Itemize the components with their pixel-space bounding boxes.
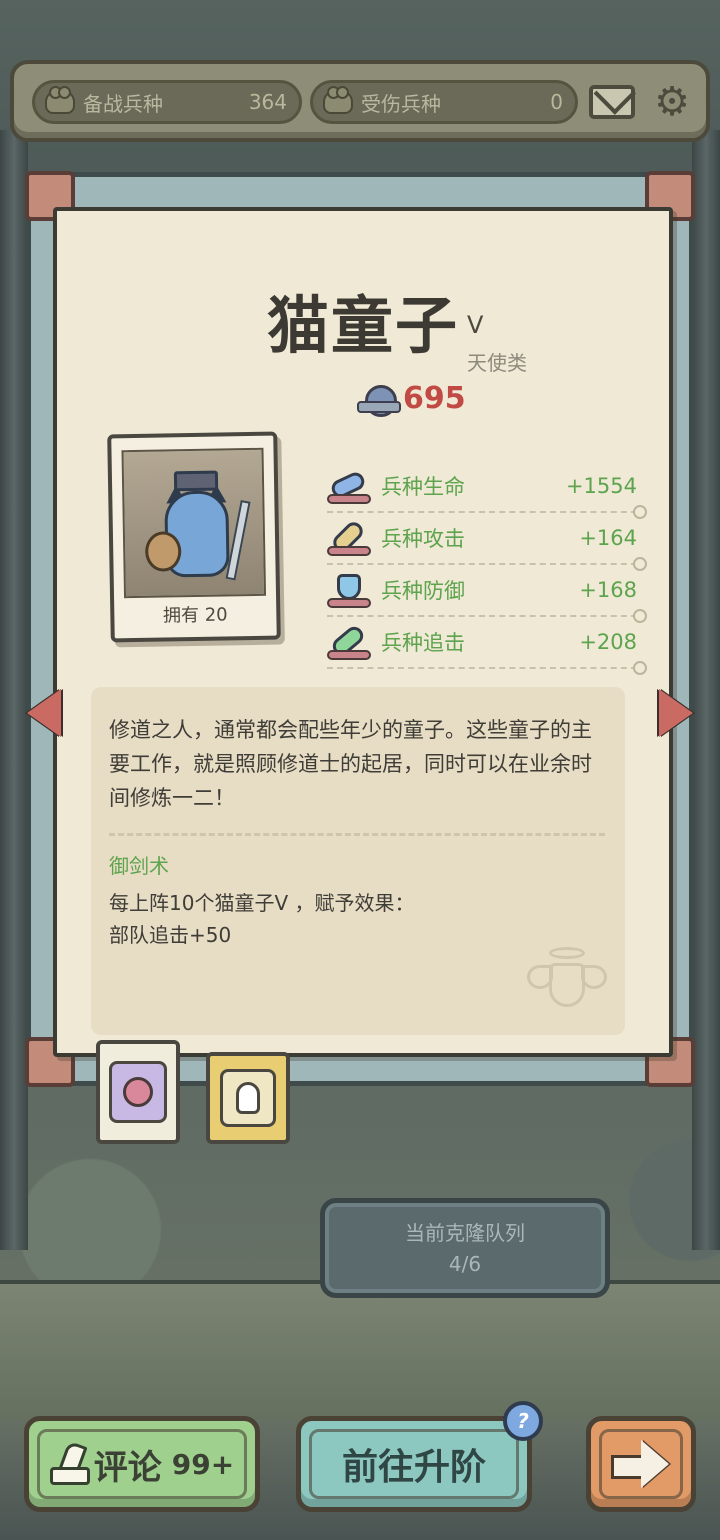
next-unit-button[interactable] <box>654 686 698 740</box>
unit-portrait <box>121 447 267 599</box>
sword-icon <box>327 518 371 556</box>
unit-name-row: 猫童子 <box>57 275 669 365</box>
stat-row-health: 兵种生命 +1554 <box>327 461 647 519</box>
settings-button[interactable]: ⚙ <box>646 78 698 126</box>
quill-icon <box>49 1443 90 1485</box>
cat-hat <box>173 470 219 492</box>
clone-queue-title: 当前克隆队列 <box>405 1221 525 1245</box>
stat-label: 兵种追击 <box>381 631 465 655</box>
arrow-left-icon <box>27 689 61 737</box>
lore-text: 修道之人，通常都会配些年少的童子。这些童子的主要工作，就是照顾修道士的起居，同时… <box>109 718 592 810</box>
ready-troops-value: 364 <box>248 90 287 114</box>
power-value: 695 <box>403 381 466 416</box>
lab-shelf <box>0 1280 720 1420</box>
clone-queue-display[interactable]: 当前克隆队列 4/6 <box>320 1198 610 1298</box>
arrow-right-icon <box>611 1446 671 1482</box>
previous-unit-button[interactable] <box>22 686 66 740</box>
ready-troops-counter[interactable]: 备战兵种 364 <box>32 80 302 124</box>
skill-name: 御剑术 <box>109 854 169 878</box>
snail-icon <box>357 384 401 417</box>
injured-troops-value: 0 <box>550 90 563 114</box>
pacifier-icon <box>109 1061 167 1123</box>
arrow-right-icon <box>659 689 693 737</box>
bust-icon <box>220 1069 276 1127</box>
pill-icon <box>327 468 371 504</box>
stat-row-defense: 兵种防御 +168 <box>327 565 647 623</box>
stat-value: +208 <box>579 630 637 654</box>
mail-icon <box>589 85 635 119</box>
next-page-button[interactable] <box>586 1416 696 1512</box>
stat-label: 兵种生命 <box>381 475 465 499</box>
tab-portrait[interactable] <box>206 1052 290 1144</box>
shield-icon <box>327 572 371 608</box>
upgrade-label: 前往升阶 <box>341 1447 486 1488</box>
unit-detail-panel: 猫童子 V 天使类 695 拥有 20 兵种生命 +1554 兵种攻击 +164… <box>25 171 695 1087</box>
owned-count: 拥有 20 <box>162 604 228 627</box>
stat-label: 兵种防御 <box>381 579 465 603</box>
stat-value: +1554 <box>565 474 637 498</box>
slider-knob <box>633 661 647 675</box>
clone-queue-count: 4/6 <box>448 1252 482 1276</box>
upgrade-button[interactable]: 前往升阶 ? <box>296 1401 543 1512</box>
comment-count: 99+ <box>171 1447 235 1481</box>
help-badge[interactable]: ? <box>503 1401 543 1441</box>
stat-label: 兵种攻击 <box>381 527 465 551</box>
stat-row-attack: 兵种攻击 +164 <box>327 513 647 571</box>
injured-troops-counter[interactable]: 受伤兵种 0 <box>310 80 578 124</box>
stat-value: +168 <box>579 578 637 602</box>
angel-class-icon <box>527 947 607 1009</box>
unit-class: 天使类 <box>467 351 527 375</box>
description-box: 修道之人，通常都会配些年少的童子。这些童子的主要工作，就是照顾修道士的起居，同时… <box>91 687 625 1035</box>
skill-effect-line: 每上阵10个猫童子V ，赋予效果： <box>109 891 415 915</box>
comment-button[interactable]: 评论 99+ <box>24 1416 260 1512</box>
boot-icon <box>327 623 371 660</box>
gear-icon: ⚙ <box>654 79 690 125</box>
unit-name: 猫童子 <box>266 289 459 362</box>
sword <box>225 500 251 581</box>
tab-unit-info[interactable] <box>96 1040 180 1144</box>
unit-tier: V <box>467 311 484 339</box>
mail-button[interactable] <box>586 78 638 126</box>
injured-troops-label: 受伤兵种 <box>361 91 441 116</box>
unit-portrait-card[interactable]: 拥有 20 <box>107 431 281 643</box>
stat-list: 兵种生命 +1554 兵种攻击 +164 兵种防御 +168 兵种追击 +208 <box>327 461 647 675</box>
frog-icon <box>323 86 353 114</box>
frog-icon <box>45 86 75 114</box>
comment-label: 评论 <box>93 1447 162 1488</box>
ready-troops-label: 备战兵种 <box>83 91 163 116</box>
unit-info-paper: 猫童子 V 天使类 695 拥有 20 兵种生命 +1554 兵种攻击 +164… <box>53 207 673 1057</box>
stat-row-pursuit: 兵种追击 +208 <box>327 617 647 675</box>
divider <box>109 833 605 836</box>
resource-bar: 备战兵种 364 受伤兵种 0 ⚙ <box>10 60 710 142</box>
stat-value: +164 <box>579 526 637 550</box>
unit-power: 695 <box>357 381 466 417</box>
